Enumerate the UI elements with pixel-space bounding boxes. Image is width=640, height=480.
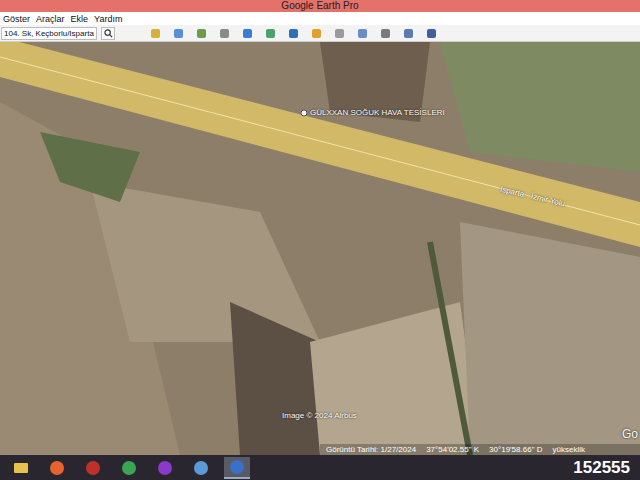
tool-icon	[357, 28, 368, 39]
tool-button[interactable]	[286, 27, 300, 40]
pin-icon	[300, 109, 308, 117]
tool-icon	[173, 28, 184, 39]
taskbar-app[interactable]	[224, 457, 250, 479]
tool-button[interactable]	[217, 27, 231, 40]
tool-button[interactable]	[355, 27, 369, 40]
tool-button[interactable]	[263, 27, 277, 40]
tool-button[interactable]	[309, 27, 323, 40]
taskbar-app[interactable]	[188, 457, 214, 479]
app-window: Google Earth Pro Göster Araçlar Ekle Yardım 1…	[0, 0, 640, 480]
menu-item[interactable]: Yardım	[94, 13, 122, 25]
tool-icon	[426, 28, 437, 39]
tool-button[interactable]	[378, 27, 392, 40]
purple-icon	[157, 460, 173, 476]
tool-icon	[242, 28, 253, 39]
title-bar: Google Earth Pro	[0, 0, 640, 12]
window-title: Google Earth Pro	[281, 0, 358, 12]
place-marker[interactable]: GÜLXXAN SOĞUK HAVA TESİSLERİ	[300, 108, 445, 118]
tool-button[interactable]	[194, 27, 208, 40]
taskbar-app[interactable]	[152, 457, 178, 479]
tool-icon	[403, 28, 414, 39]
tool-button[interactable]	[332, 27, 346, 40]
tool-icon	[265, 28, 276, 39]
tool-button[interactable]	[401, 27, 415, 40]
taskbar-app[interactable]	[44, 457, 70, 479]
latitude: 37°54'02.55" K	[426, 444, 479, 455]
logo: Go	[622, 421, 638, 445]
taskbar-app[interactable]	[8, 457, 34, 479]
tool-icon	[196, 28, 207, 39]
toolbar: 104. Sk, Keçborlu/Isparta	[0, 25, 640, 42]
paint-icon	[193, 460, 209, 476]
satellite-image	[0, 42, 640, 455]
search-button[interactable]	[101, 27, 115, 40]
earth-icon	[229, 459, 245, 475]
magnifier-icon	[104, 29, 113, 38]
menu-item[interactable]: Ekle	[71, 13, 89, 25]
tool-button[interactable]	[424, 27, 438, 40]
tool-icon	[288, 28, 299, 39]
clock: 152555	[573, 457, 632, 479]
map-view[interactable]: GÜLXXAN SOĞUK HAVA TESİSLERİIsparta - İz…	[0, 42, 640, 455]
taskbar: 152555	[0, 455, 640, 480]
attribution: Image © 2024 Airbus	[282, 401, 357, 425]
tool-icon	[334, 28, 345, 39]
firefox-icon	[49, 460, 65, 476]
menu-item[interactable]: Göster	[3, 13, 30, 25]
image-date: Görüntü Tarihi: 1/27/2024	[326, 444, 416, 455]
tool-icon	[380, 28, 391, 39]
status-bar: Görüntü Tarihi: 1/27/2024 37°54'02.55" K 3…	[320, 444, 640, 455]
taskbar-app[interactable]	[116, 457, 142, 479]
tool-icon	[150, 28, 161, 39]
explorer-icon	[13, 460, 29, 476]
longitude: 30°19'58.66" D	[489, 444, 542, 455]
menu-item[interactable]: Araçlar	[36, 13, 65, 25]
chrome-icon	[121, 460, 137, 476]
tool-icon	[219, 28, 230, 39]
taskbar-app[interactable]	[80, 457, 106, 479]
elevation: yükseklik	[552, 444, 584, 455]
tool-button[interactable]	[240, 27, 254, 40]
tool-button[interactable]	[171, 27, 185, 40]
search-field[interactable]: 104. Sk, Keçborlu/Isparta	[1, 27, 97, 40]
tool-button[interactable]	[148, 27, 162, 40]
tool-icon	[311, 28, 322, 39]
gear-icon	[85, 460, 101, 476]
menu-bar: Göster Araçlar Ekle Yardım	[0, 12, 640, 25]
